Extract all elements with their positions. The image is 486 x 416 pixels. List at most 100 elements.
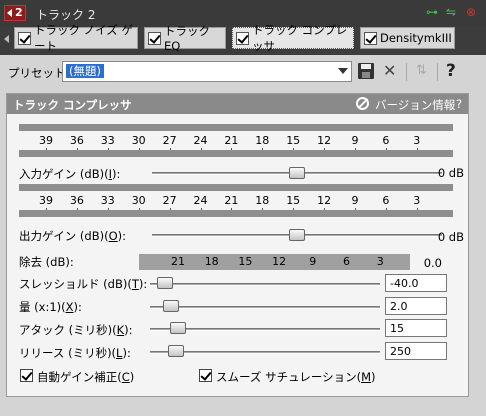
meter-tick: 36 xyxy=(67,194,87,211)
plugin-bypass-icon[interactable]: ⇋ xyxy=(446,5,460,19)
meter-tick: 27 xyxy=(160,134,180,151)
tab-densitymkiii[interactable]: DensitymkIII xyxy=(360,27,455,49)
tab-label: DensitymkIII xyxy=(380,31,452,45)
release-thumb[interactable] xyxy=(167,345,184,357)
meter-tick: 36 xyxy=(67,134,87,151)
panel-help-icon[interactable]: ? xyxy=(456,97,462,111)
output-meter-top xyxy=(19,184,453,191)
reduction-tick: 18 xyxy=(204,255,219,268)
reduction-value: 0.0 xyxy=(423,256,442,270)
meter-tick: 12 xyxy=(314,134,334,151)
tabs-scroll-left-icon[interactable] xyxy=(4,35,9,43)
threshold-thumb[interactable] xyxy=(157,277,173,289)
ratio-slider[interactable] xyxy=(150,306,380,309)
release-label: リリース (ミリ秒)(L): xyxy=(19,346,131,360)
meter-tick: 21 xyxy=(221,134,241,151)
input-gain-value: 0 dB xyxy=(437,166,464,180)
threshold-field[interactable]: -40.0 xyxy=(385,274,447,292)
meter-tick: 39 xyxy=(36,134,56,151)
toolbar-divider xyxy=(406,63,407,81)
tab-enable-checkbox[interactable] xyxy=(148,31,161,45)
plugin-chain-icon[interactable]: ⊶ xyxy=(426,5,440,19)
meter-tick: 3 xyxy=(407,134,427,151)
release-slider[interactable] xyxy=(150,351,380,354)
meter-tick: 3 xyxy=(407,194,427,211)
preset-dropdown[interactable]: (無題) xyxy=(62,61,352,82)
threshold-slider[interactable] xyxy=(150,283,380,286)
meter-tick: 6 xyxy=(376,134,396,151)
help-icon[interactable]: ? xyxy=(446,63,462,80)
output-gain-label: 出力ゲイン (dB)(O): xyxy=(19,229,127,243)
track-number: 2 xyxy=(15,6,23,19)
panel-title: トラック コンプレッサ xyxy=(13,98,132,112)
auto-gain-label: 自動ゲイン補正(C) xyxy=(37,370,135,384)
output-meter-bottom xyxy=(19,210,453,217)
attack-thumb[interactable] xyxy=(169,322,186,334)
release-field[interactable]: 250 xyxy=(385,342,447,360)
reduction-tick: 15 xyxy=(238,255,253,268)
meter-tick: 15 xyxy=(283,134,303,151)
tab-enable-checkbox[interactable] xyxy=(18,31,31,45)
tab-enable-checkbox[interactable] xyxy=(364,31,377,45)
ratio-thumb[interactable] xyxy=(163,300,180,312)
reduction-tick: 12 xyxy=(272,255,287,268)
meter-tick: 15 xyxy=(283,194,303,211)
threshold-label: スレッショルド (dB)(T): xyxy=(19,277,148,291)
panel-header: トラック コンプレッサ バージョン情報 ? xyxy=(7,94,468,114)
attack-label: アタック (ミリ秒)(K): xyxy=(19,323,133,337)
no-symbol-icon xyxy=(356,97,369,110)
preset-value: (無題) xyxy=(66,64,104,78)
smooth-saturation-label: スムーズ サチュレーション(M) xyxy=(216,370,376,384)
meter-tick: 21 xyxy=(221,194,241,211)
ratio-field[interactable]: 2.0 xyxy=(385,297,447,315)
attack-field[interactable]: 15 xyxy=(385,319,447,337)
ratio-label: 量 (x:1)(X): xyxy=(19,300,82,314)
output-gain-thumb[interactable] xyxy=(289,229,305,241)
reduction-tick: 9 xyxy=(309,255,317,268)
meter-tick: 9 xyxy=(345,134,365,151)
meter-tick: 24 xyxy=(191,194,211,211)
tab-track-eq[interactable]: トラック EQ xyxy=(144,24,226,53)
window-title: トラック 2 xyxy=(36,8,96,22)
meter-tick: 27 xyxy=(160,194,180,211)
input-meter-bottom xyxy=(19,150,453,157)
tab-track-compressor[interactable]: トラック コンプレッサ xyxy=(232,23,354,53)
collapse-arrow-icon xyxy=(7,9,12,17)
meter-tick: 18 xyxy=(252,194,272,211)
track-number-badge[interactable]: 2 xyxy=(4,5,26,21)
version-info-link[interactable]: バージョン情報 xyxy=(375,97,455,113)
reduction-tick: 3 xyxy=(376,255,384,268)
meter-tick: 33 xyxy=(98,134,118,151)
title-icons: ⊶ ⇋ ⊗ xyxy=(426,5,480,19)
tab-label: トラック コンプレッサ xyxy=(252,23,348,53)
reduction-tick: 21 xyxy=(171,255,185,268)
tab-noise-gate[interactable]: トラック ノイズ ゲート xyxy=(14,23,138,53)
meter-tick: 30 xyxy=(129,194,149,211)
gain-reduction-meter: 21 18 15 12 9 6 3 xyxy=(139,254,410,270)
meter-tick: 12 xyxy=(314,194,334,211)
reduction-tick: 6 xyxy=(343,255,350,268)
meter-tick: 9 xyxy=(345,194,365,211)
plugin-properties-icon[interactable]: ⇅ xyxy=(416,63,432,79)
output-gain-value: 0 dB xyxy=(437,230,464,244)
tab-label: トラック EQ xyxy=(164,24,210,53)
meter-tick: 33 xyxy=(98,194,118,211)
chevron-down-icon[interactable] xyxy=(338,68,348,74)
meter-tick: 24 xyxy=(191,134,211,151)
remove-plugin-icon[interactable]: ⊗ xyxy=(466,5,480,19)
meter-tick: 6 xyxy=(376,194,396,211)
reduction-label: 除去 (dB): xyxy=(19,255,74,269)
meter-tick: 39 xyxy=(36,194,56,211)
delete-preset-icon[interactable]: ✕ xyxy=(383,63,399,79)
tab-label: トラック ノイズ ゲート xyxy=(34,23,133,53)
input-meter-top xyxy=(19,124,453,131)
input-gain-label: 入力ゲイン (dB)(I): xyxy=(19,167,121,181)
auto-gain-checkbox[interactable] xyxy=(20,369,33,382)
smooth-saturation-checkbox[interactable] xyxy=(199,369,212,382)
preset-label: プリセット: xyxy=(8,66,70,80)
tab-enable-checkbox[interactable] xyxy=(236,31,249,45)
save-preset-icon[interactable] xyxy=(358,63,374,79)
preset-toolbar: プリセット: (無題) ✕ ⇅ ? xyxy=(0,55,486,88)
toolbar-divider xyxy=(437,63,438,81)
input-gain-thumb[interactable] xyxy=(289,167,305,179)
